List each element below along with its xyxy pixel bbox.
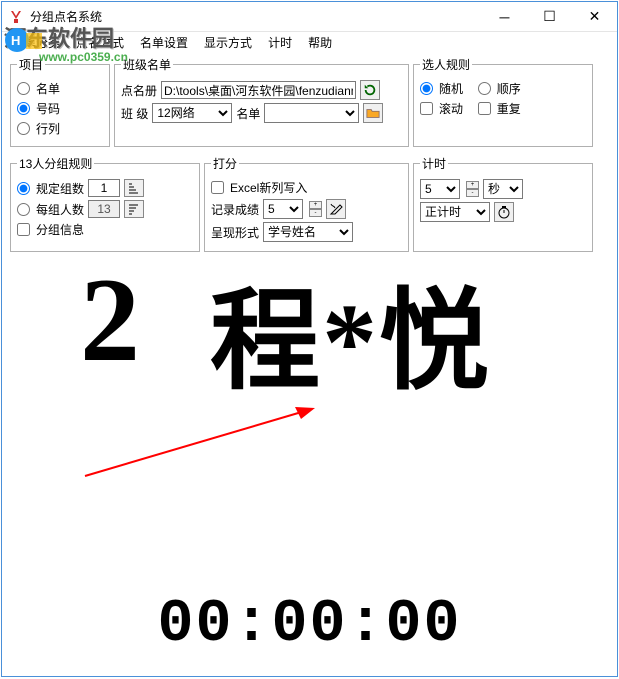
label-namelist: 名单 <box>36 80 60 97</box>
stopwatch-button[interactable] <box>494 202 514 222</box>
folder-button[interactable] <box>363 103 383 123</box>
label-record: 记录成绩 <box>211 201 259 218</box>
check-excel[interactable] <box>211 181 224 194</box>
time-value-select[interactable]: 5 <box>420 179 460 199</box>
radio-namelist[interactable] <box>17 82 30 95</box>
refresh-button[interactable] <box>360 80 380 100</box>
annotation-arrow <box>75 401 325 481</box>
selectrule-legend: 选人规则 <box>420 56 472 73</box>
list-label: 名单 <box>236 105 260 122</box>
timing-legend: 计时 <box>420 155 448 172</box>
menu-help[interactable]: 帮助 <box>300 32 340 53</box>
result-number: 2 <box>80 251 140 389</box>
file-input[interactable] <box>161 81 356 99</box>
project-group: 项目 名单 号码 行列 <box>10 56 110 147</box>
radio-rowcol[interactable] <box>17 122 30 135</box>
time-unit-select[interactable]: 秒 <box>483 179 523 199</box>
titlebar: 分组点名系统 ─ ☐ ✕ <box>2 2 617 32</box>
radio-number[interactable] <box>17 102 30 115</box>
label-groupinfo: 分组信息 <box>36 221 84 238</box>
menu-method[interactable]: 点名方式 <box>68 32 132 53</box>
record-down[interactable]: - <box>309 209 322 217</box>
grouprule-legend: 13人分组规则 <box>17 155 94 172</box>
radio-order[interactable] <box>478 82 491 95</box>
label-pergroup: 每组人数 <box>36 201 84 218</box>
menu-setting[interactable]: 名单设置 <box>132 32 196 53</box>
menu-timer[interactable]: 计时 <box>260 32 300 53</box>
controls-panel: 项目 名单 号码 行列 班级名单 点名册 班 级 12网络 名单 <box>2 52 617 260</box>
write-button[interactable] <box>326 199 346 219</box>
app-icon <box>8 9 24 25</box>
timing-group: 计时 5 +- 秒 正计时 <box>413 155 593 252</box>
maximize-button[interactable]: ☐ <box>527 2 572 31</box>
sort-desc-button[interactable] <box>124 200 144 218</box>
score-group: 打分 Excel新列写入 记录成绩 5 +- 呈现形式 学号姓名 <box>204 155 409 252</box>
label-scroll: 滚动 <box>439 100 463 117</box>
close-button[interactable]: ✕ <box>572 2 617 31</box>
svg-text:H: H <box>11 33 20 48</box>
menubar: 菜单分类 点名方式 名单设置 显示方式 计时 帮助 <box>2 32 617 52</box>
time-mode-select[interactable]: 正计时 <box>420 202 490 222</box>
window-title: 分组点名系统 <box>30 8 482 25</box>
menu-display[interactable]: 显示方式 <box>196 32 260 53</box>
namelist-group: 班级名单 点名册 班 级 12网络 名单 <box>114 56 409 147</box>
class-label: 班 级 <box>121 105 148 122</box>
label-repeat: 重复 <box>497 100 521 117</box>
selectrule-group: 选人规则 随机 顺序 滚动 重复 <box>413 56 593 147</box>
minimize-button[interactable]: ─ <box>482 2 527 31</box>
file-label: 点名册 <box>121 82 157 99</box>
time-up[interactable]: + <box>466 181 479 189</box>
radio-random[interactable] <box>420 82 433 95</box>
time-down[interactable]: - <box>466 189 479 197</box>
list-select[interactable] <box>264 103 359 123</box>
groupcount-input[interactable] <box>88 179 120 197</box>
score-legend: 打分 <box>211 155 239 172</box>
label-number: 号码 <box>36 100 60 117</box>
check-scroll[interactable] <box>420 102 433 115</box>
show-select[interactable]: 学号姓名 <box>263 222 353 242</box>
pergroup-input <box>88 200 120 218</box>
label-order: 顺序 <box>497 80 521 97</box>
namelist-legend: 班级名单 <box>121 56 173 73</box>
result-name: 程*悦 <box>210 251 491 411</box>
record-up[interactable]: + <box>309 201 322 209</box>
timer-display: 00:00:00 <box>0 591 619 659</box>
check-groupinfo[interactable] <box>17 223 30 236</box>
record-select[interactable]: 5 <box>263 199 303 219</box>
watermark-logo: H <box>4 27 44 53</box>
grouprule-group: 13人分组规则 规定组数 每组人数 分组信息 <box>10 155 200 252</box>
label-groupcount: 规定组数 <box>36 180 84 197</box>
label-random: 随机 <box>439 80 463 97</box>
label-show: 呈现形式 <box>211 224 259 241</box>
label-excel: Excel新列写入 <box>230 179 307 196</box>
sort-asc-button[interactable] <box>124 179 144 197</box>
check-repeat[interactable] <box>478 102 491 115</box>
project-legend: 项目 <box>17 56 45 73</box>
window-buttons: ─ ☐ ✕ <box>482 2 617 31</box>
class-select[interactable]: 12网络 <box>152 103 232 123</box>
label-rowcol: 行列 <box>36 120 60 137</box>
radio-groupcount[interactable] <box>17 182 30 195</box>
radio-pergroup[interactable] <box>17 203 30 216</box>
